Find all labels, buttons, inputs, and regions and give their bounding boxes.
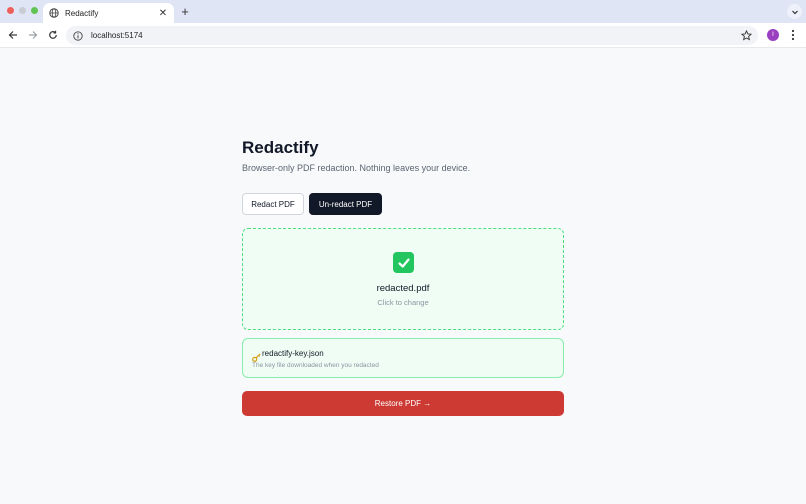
pdf-dropzone[interactable]: redacted.pdf Click to change [242,228,564,330]
arrow-left-icon [8,31,17,39]
browser-toolbar: localhost:5174 I [0,23,806,48]
browser-tab-strip: Redactify ✕ + [0,0,806,23]
unredact-pdf-button[interactable]: Un-redact PDF [309,193,382,215]
new-tab-button[interactable]: + [178,4,192,19]
globe-icon [49,8,59,18]
more-vertical-icon [791,29,795,41]
browser-menu-button[interactable] [787,28,799,42]
page-viewport: Redactify Browser-only PDF redaction. No… [0,49,806,504]
page-subtitle: Browser-only PDF redaction. Nothing leav… [242,163,471,173]
tab-title: Redactify [65,8,99,18]
arrow-right-icon [29,31,38,39]
info-icon[interactable] [73,30,83,41]
redact-pdf-button[interactable]: Redact PDF [242,193,304,215]
key-file-description: The key file downloaded when you redacte… [252,362,379,369]
chevron-down-icon [791,10,798,14]
browser-tab[interactable]: Redactify ✕ [43,3,174,23]
url-text[interactable]: localhost:5174 [91,31,740,40]
tab-search-button[interactable] [787,4,802,19]
check-mark-icon [393,252,414,273]
window-close-button[interactable] [7,7,14,14]
key-icon [252,349,261,362]
window-maximize-button[interactable] [31,7,38,14]
forward-button[interactable] [26,28,40,42]
tab-close-icon[interactable]: ✕ [156,6,170,20]
reload-button[interactable] [46,28,60,42]
address-bar[interactable]: localhost:5174 [66,26,758,45]
page-title: Redactify [242,138,319,157]
back-button[interactable] [6,28,20,42]
profile-avatar[interactable]: I [767,29,779,41]
bookmark-star-icon[interactable] [740,30,752,42]
window-minimize-button[interactable] [19,7,26,14]
restore-pdf-button[interactable]: Restore PDF → [242,391,564,416]
key-file-name: redactify-key.json [262,349,324,358]
change-file-hint: Click to change [377,298,429,307]
selected-file-name: redacted.pdf [376,283,430,294]
reload-icon [49,30,57,39]
key-file-dropzone[interactable]: redactify-key.json The key file download… [242,338,564,378]
